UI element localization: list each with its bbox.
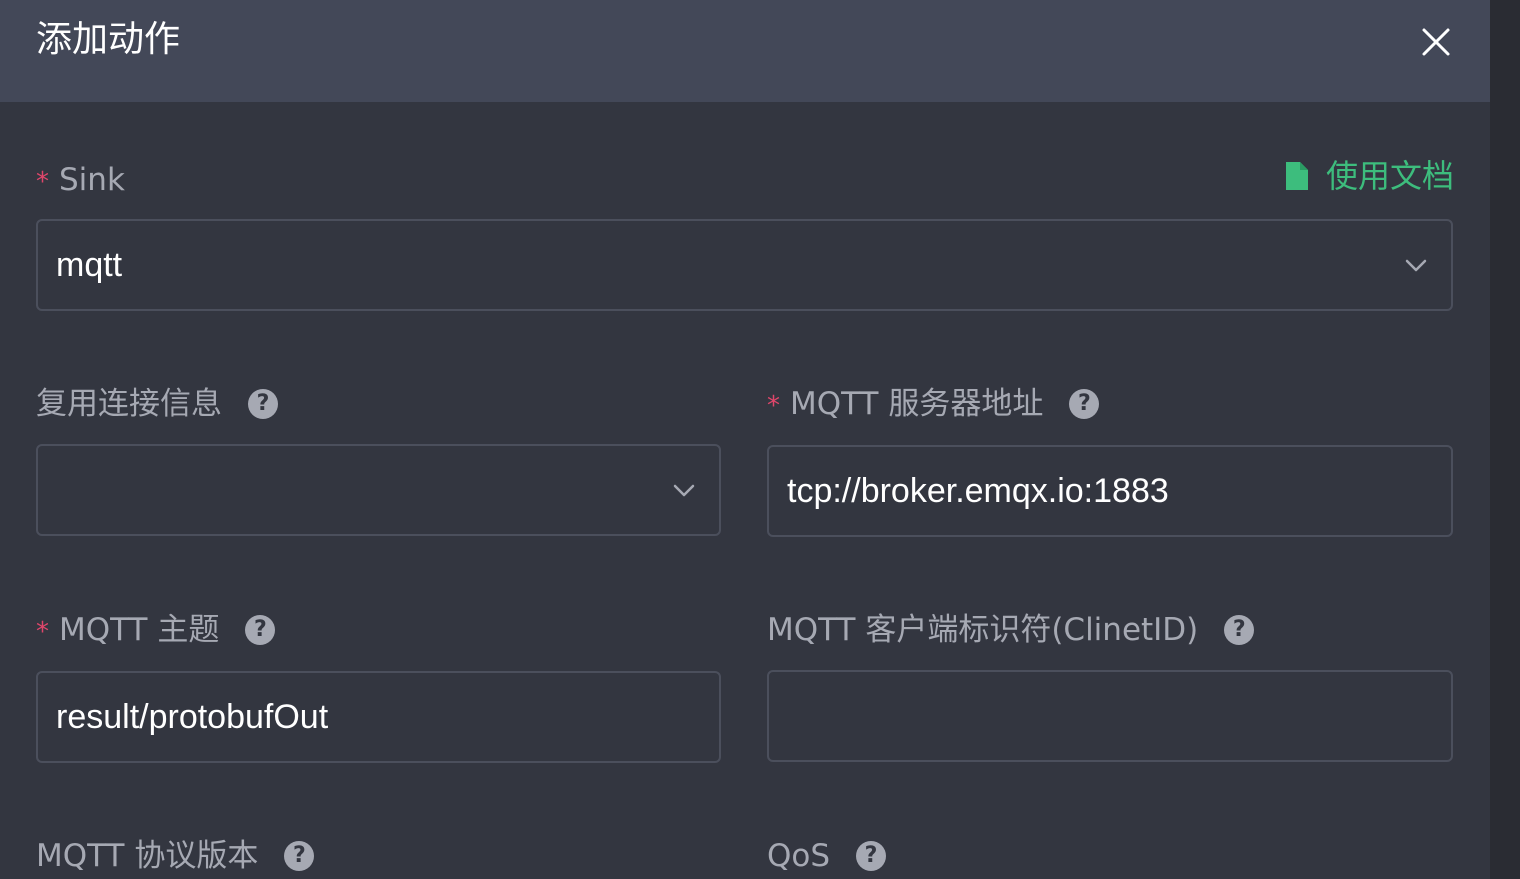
qos-label: QoS ?: [767, 836, 887, 876]
usage-doc-link[interactable]: 使用文档: [1284, 156, 1454, 196]
question-circle-icon[interactable]: ?: [1069, 389, 1100, 419]
chevron-down-icon: [673, 484, 695, 497]
sink-label-text: Sink: [59, 162, 125, 198]
sink-select-value: mqtt: [56, 246, 123, 284]
mqtt-topic-label: * MQTT 主题 ?: [36, 610, 276, 650]
mqtt-topic-input[interactable]: result/protobufOut: [36, 671, 721, 763]
mqtt-server-input[interactable]: tcp://broker.emqx.io:1883: [767, 445, 1453, 537]
drawer-header: 添加动作: [0, 0, 1490, 102]
question-circle-icon[interactable]: ?: [245, 615, 276, 645]
add-action-drawer: 添加动作 * Sink 使用文档 mqtt 复用连接信息 ? * MQTT 服务…: [0, 0, 1490, 879]
close-button[interactable]: [1416, 22, 1456, 62]
question-circle-icon[interactable]: ?: [248, 389, 278, 419]
question-circle-icon[interactable]: ?: [856, 841, 887, 871]
reuse-connection-label: 复用连接信息 ?: [36, 384, 278, 424]
chevron-down-icon: [1405, 259, 1427, 272]
mqtt-protocol-version-label: MQTT 协议版本 ?: [36, 836, 315, 876]
mqtt-client-id-input[interactable]: [767, 670, 1453, 762]
sink-label: * Sink: [36, 160, 125, 200]
document-icon: [1286, 162, 1308, 190]
required-mark: *: [767, 391, 780, 421]
qos-label-text: QoS: [767, 838, 831, 874]
mqtt-server-label-text: MQTT 服务器地址: [790, 386, 1044, 422]
sink-select[interactable]: mqtt: [36, 219, 1453, 311]
usage-doc-label: 使用文档: [1326, 157, 1455, 195]
mqtt-server-label: * MQTT 服务器地址 ?: [767, 384, 1100, 424]
close-icon: [1422, 28, 1450, 56]
mqtt-client-id-label: MQTT 客户端标识符(ClinetID) ?: [767, 610, 1255, 650]
reuse-connection-select[interactable]: [36, 444, 721, 536]
question-circle-icon[interactable]: ?: [1224, 615, 1255, 645]
mqtt-topic-input-value: result/protobufOut: [56, 698, 329, 736]
drawer-title: 添加动作: [36, 19, 181, 60]
page-backdrop-edge: [1490, 0, 1520, 879]
question-circle-icon[interactable]: ?: [284, 841, 315, 871]
reuse-connection-label-text: 复用连接信息: [36, 386, 222, 422]
required-mark: *: [36, 167, 49, 197]
required-mark: *: [36, 617, 49, 647]
mqtt-client-id-label-text: MQTT 客户端标识符(ClinetID): [767, 612, 1199, 648]
mqtt-protocol-version-label-text: MQTT 协议版本: [36, 838, 259, 874]
mqtt-topic-label-text: MQTT 主题: [59, 612, 220, 648]
mqtt-server-input-value: tcp://broker.emqx.io:1883: [787, 472, 1169, 510]
